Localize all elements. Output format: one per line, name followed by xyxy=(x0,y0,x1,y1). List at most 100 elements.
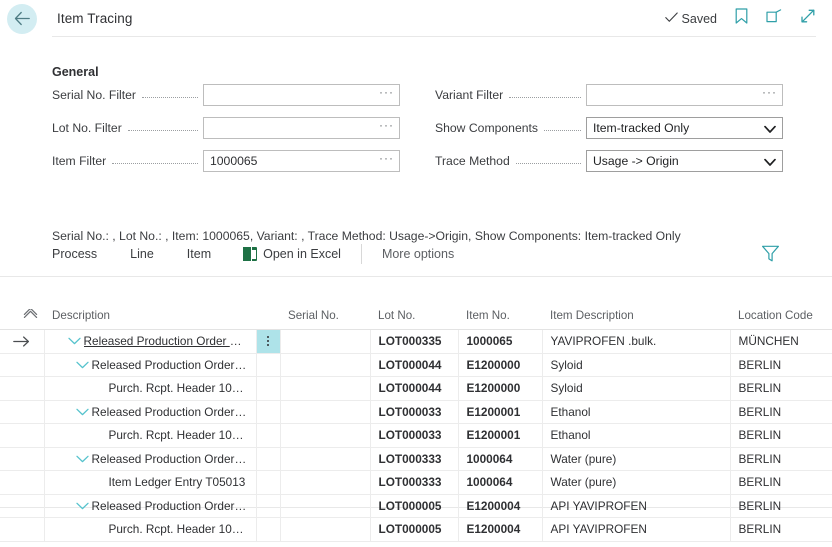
cell-location-code[interactable]: BERLIN xyxy=(730,377,832,401)
variant-filter-input[interactable] xyxy=(586,84,783,106)
column-header-location-code[interactable]: Location Code xyxy=(730,303,832,329)
cell-description[interactable]: Released Production Order ... xyxy=(44,400,256,424)
cell-description[interactable]: Released Production Order ... xyxy=(44,447,256,471)
table-row[interactable]: Purch. Rcpt. Header 100014 LOT000033E1200… xyxy=(0,424,832,448)
cell-serial-no[interactable] xyxy=(280,424,370,448)
more-options-button[interactable]: More options xyxy=(382,247,454,261)
cell-item-no[interactable]: E1200001 xyxy=(458,424,542,448)
cell-item-no[interactable]: 1000064 xyxy=(458,471,542,495)
table-row[interactable]: Released Production Order ... LOT000033E1… xyxy=(0,400,832,424)
cell-description[interactable]: Purch. Rcpt. Header 100017 xyxy=(44,377,256,401)
cell-location-code[interactable]: BERLIN xyxy=(730,424,832,448)
cell-location-code[interactable]: BERLIN xyxy=(730,353,832,377)
table-row[interactable]: Released Production Order ...LOT000044E1… xyxy=(0,353,832,377)
cell-item-description[interactable]: YAVIPROFEN .bulk. xyxy=(542,329,730,353)
cell-item-no[interactable]: E1200000 xyxy=(458,377,542,401)
cell-serial-no[interactable] xyxy=(280,518,370,542)
cell-serial-no[interactable] xyxy=(280,329,370,353)
cell-description[interactable]: Purch. Rcpt. Header 100014 xyxy=(44,424,256,448)
trace-method-select[interactable]: Usage -> Origin xyxy=(586,150,783,172)
cell-item-no[interactable]: 1000064 xyxy=(458,447,542,471)
column-header-item-description[interactable]: Item Description xyxy=(542,303,730,329)
table-row[interactable]: Purch. Rcpt. Header 100005 LOT000005E1200… xyxy=(0,518,832,542)
cell-description[interactable]: Released Production Order O... xyxy=(44,329,256,353)
cell-lot-no[interactable]: LOT000005 xyxy=(370,494,458,518)
row-indicator-cell[interactable] xyxy=(0,400,44,424)
cell-item-no[interactable]: E1200000 xyxy=(458,353,542,377)
cell-item-description[interactable]: Syloid xyxy=(542,353,730,377)
cell-description[interactable]: Released Production Order ... xyxy=(44,494,256,518)
table-row[interactable]: Purch. Rcpt. Header 100017 LOT000044E1200… xyxy=(0,377,832,401)
row-indicator-cell[interactable] xyxy=(0,494,44,518)
column-header-lot-no[interactable]: Lot No. xyxy=(370,303,458,329)
row-menu-button[interactable] xyxy=(256,329,280,353)
fullscreen-button[interactable] xyxy=(800,8,816,29)
cell-item-no[interactable]: E1200001 xyxy=(458,400,542,424)
cell-lot-no[interactable]: LOT000033 xyxy=(370,400,458,424)
cell-location-code[interactable]: BERLIN xyxy=(730,400,832,424)
cell-location-code[interactable]: BERLIN xyxy=(730,494,832,518)
cell-description[interactable]: Purch. Rcpt. Header 100005 xyxy=(44,518,256,542)
cell-item-no[interactable]: 1000065 xyxy=(458,329,542,353)
row-expander-icon[interactable] xyxy=(66,337,84,345)
cell-lot-no[interactable]: LOT000005 xyxy=(370,518,458,542)
item-menu-button[interactable]: Item xyxy=(187,247,211,261)
cell-item-description[interactable]: Ethanol xyxy=(542,400,730,424)
cell-item-no[interactable]: E1200004 xyxy=(458,494,542,518)
collapse-all-header[interactable] xyxy=(0,303,44,329)
row-indicator-cell[interactable] xyxy=(0,329,44,353)
row-indicator-cell[interactable] xyxy=(0,471,44,495)
description-text[interactable]: Released Production Order O... xyxy=(84,334,248,348)
cell-description[interactable]: Item Ledger Entry T05013 xyxy=(44,471,256,495)
cell-serial-no[interactable] xyxy=(280,353,370,377)
cell-description[interactable]: Released Production Order ... xyxy=(44,353,256,377)
column-header-serial-no[interactable]: Serial No. xyxy=(280,303,370,329)
cell-serial-no[interactable] xyxy=(280,447,370,471)
cell-location-code[interactable]: BERLIN xyxy=(730,447,832,471)
table-row[interactable]: Released Production Order ... LOT000005E1… xyxy=(0,494,832,518)
row-expander-icon[interactable] xyxy=(74,455,92,463)
cell-lot-no[interactable]: LOT000333 xyxy=(370,471,458,495)
row-indicator-cell[interactable] xyxy=(0,377,44,401)
cell-item-description[interactable]: Syloid xyxy=(542,377,730,401)
cell-item-description[interactable]: Water (pure) xyxy=(542,447,730,471)
cell-location-code[interactable]: BERLIN xyxy=(730,518,832,542)
column-header-item-no[interactable]: Item No. xyxy=(458,303,542,329)
row-expander-icon[interactable] xyxy=(74,502,92,510)
row-indicator-cell[interactable] xyxy=(0,447,44,471)
cell-item-no[interactable]: E1200004 xyxy=(458,518,542,542)
open-in-new-window-button[interactable] xyxy=(766,9,782,28)
cell-serial-no[interactable] xyxy=(280,377,370,401)
row-indicator-cell[interactable] xyxy=(0,424,44,448)
table-row[interactable]: Released Production Order ... LOT00033310… xyxy=(0,447,832,471)
column-header-description[interactable]: Description xyxy=(44,303,256,329)
row-indicator-cell[interactable] xyxy=(0,518,44,542)
serial-no-filter-input[interactable] xyxy=(203,84,400,106)
cell-lot-no[interactable]: LOT000044 xyxy=(370,377,458,401)
table-row[interactable]: Item Ledger Entry T05013 LOT0003331000064… xyxy=(0,471,832,495)
item-filter-input[interactable] xyxy=(203,150,400,172)
row-expander-icon[interactable] xyxy=(74,408,92,416)
open-in-excel-button[interactable]: Open in Excel xyxy=(243,247,341,261)
cell-serial-no[interactable] xyxy=(280,471,370,495)
show-components-select[interactable]: Item-tracked Only xyxy=(586,117,783,139)
cell-item-description[interactable]: API YAVIPROFEN xyxy=(542,518,730,542)
cell-serial-no[interactable] xyxy=(280,400,370,424)
filter-button[interactable] xyxy=(761,244,780,268)
back-button[interactable] xyxy=(7,4,37,34)
row-expander-icon[interactable] xyxy=(74,361,92,369)
cell-location-code[interactable]: MÜNCHEN xyxy=(730,329,832,353)
cell-lot-no[interactable]: LOT000335 xyxy=(370,329,458,353)
bookmark-button[interactable] xyxy=(735,8,748,29)
line-menu-button[interactable]: Line xyxy=(130,247,154,261)
row-indicator-cell[interactable] xyxy=(0,353,44,377)
cell-item-description[interactable]: Water (pure) xyxy=(542,471,730,495)
cell-item-description[interactable]: Ethanol xyxy=(542,424,730,448)
cell-lot-no[interactable]: LOT000033 xyxy=(370,424,458,448)
cell-item-description[interactable]: API YAVIPROFEN xyxy=(542,494,730,518)
cell-lot-no[interactable]: LOT000333 xyxy=(370,447,458,471)
table-row[interactable]: Released Production Order O... LOT0003351… xyxy=(0,329,832,353)
process-menu-button[interactable]: Process xyxy=(52,247,97,261)
cell-location-code[interactable]: BERLIN xyxy=(730,471,832,495)
cell-serial-no[interactable] xyxy=(280,494,370,518)
